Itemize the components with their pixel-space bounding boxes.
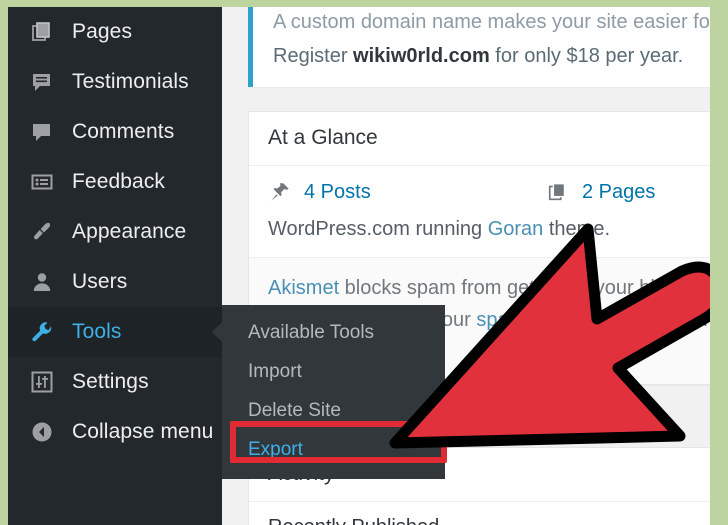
comments-icon [29,119,55,145]
paintbrush-icon [29,219,55,245]
sidebar-item-label: Feedback [72,169,166,193]
submenu-item-delete-site[interactable]: Delete Site [222,391,445,430]
user-icon [29,269,55,295]
wordpress-admin-viewport: Pages Testimonials Comments Feedback App… [8,7,710,525]
submenu-item-label: Delete Site [248,399,341,421]
sidebar-item-label: Testimonials [72,69,189,93]
akismet-line-2-suffix: queue at the moment. [525,309,710,331]
akismet-line-1: Akismet blocks spam from getting to your… [268,272,710,304]
sidebar-item-label: Collapse menu [72,419,214,443]
sidebar-item-collapse-menu[interactable]: Collapse menu [8,407,222,457]
sidebar-item-label: Settings [72,369,149,393]
glance-theme-suffix: theme. [543,218,611,240]
feedback-icon [29,169,55,195]
collapse-arrow-icon [29,419,55,445]
wrench-icon [29,319,55,345]
glance-posts-link[interactable]: 4 Posts [268,180,546,204]
submenu-item-label: Available Tools [248,321,375,343]
glance-stats-row: 4 Posts 2 Pages [268,180,710,204]
sidebar-item-users[interactable]: Users [8,257,222,307]
notice-offer: Register wikiw0rld.com for only $18 per … [273,39,710,73]
pages-icon [29,19,55,45]
sliders-icon [29,369,55,395]
submenu-item-import[interactable]: Import [222,352,445,391]
glance-pages-link[interactable]: 2 Pages [546,180,710,204]
testimonials-icon [29,69,55,95]
at-a-glance-title: At a Glance [249,112,710,166]
glance-theme-prefix: WordPress.com running [268,218,488,240]
at-a-glance-body: 4 Posts 2 Pages WordPress.com running Go… [249,166,710,257]
submenu-item-label: Import [248,360,302,382]
notice-offer-domain[interactable]: wikiw0rld.com [353,45,490,67]
sidebar-item-label: Users [72,269,128,293]
sidebar-item-testimonials[interactable]: Testimonials [8,57,222,107]
submenu-item-label: Export [248,438,303,460]
sidebar-item-settings[interactable]: Settings [8,357,222,407]
glance-theme-link[interactable]: Goran [488,218,544,240]
notice-headline: A custom domain name makes your site eas… [273,11,710,33]
admin-sidebar: Pages Testimonials Comments Feedback App… [8,7,223,525]
pages-icon [546,180,570,204]
akismet-link[interactable]: Akismet [268,277,339,299]
glance-posts-label: 4 Posts [304,180,371,203]
sidebar-item-comments[interactable]: Comments [8,107,222,157]
sidebar-item-pages[interactable]: Pages [8,7,222,57]
sidebar-item-appearance[interactable]: Appearance [8,207,222,257]
spam-queue-link[interactable]: spam [476,309,525,331]
pushpin-icon [268,180,292,204]
upgrade-notice: A custom domain name makes your site eas… [248,7,710,87]
sidebar-item-feedback[interactable]: Feedback [8,157,222,207]
sidebar-item-label: Appearance [72,219,187,243]
sidebar-item-tools[interactable]: Tools [8,307,223,357]
akismet-line-1-rest: blocks spam from getting to your blog. [339,277,683,299]
sidebar-item-label: Tools [72,319,122,343]
glance-theme-note: WordPress.com running Goran theme. [268,214,710,241]
glance-pages-label: 2 Pages [582,180,656,203]
sidebar-item-label: Pages [72,19,133,43]
submenu-item-available-tools[interactable]: Available Tools [222,313,445,352]
notice-offer-suffix: for only $18 per year. [489,45,684,67]
tools-submenu: Available Tools Import Delete Site Expor… [222,305,445,479]
sidebar-item-label: Comments [72,119,175,143]
submenu-item-export[interactable]: Export [222,430,445,469]
screenshot-green-frame: Pages Testimonials Comments Feedback App… [0,0,728,525]
recently-published-heading: Recently Published [249,502,710,525]
notice-offer-prefix: Register [273,45,354,67]
